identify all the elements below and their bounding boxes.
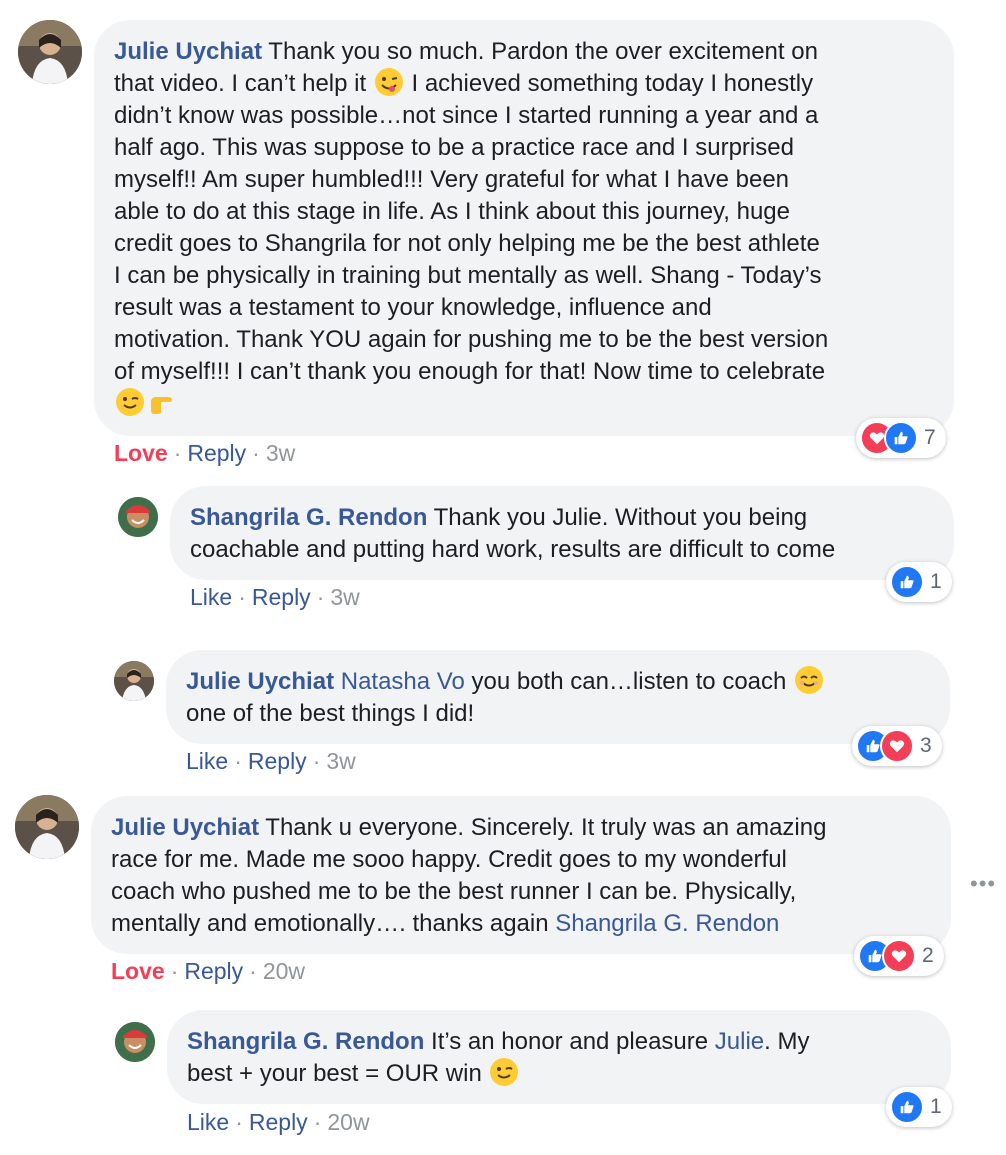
reaction-summary[interactable]: 1	[886, 562, 952, 602]
comment-actions: Like · Reply · 20w	[187, 1109, 370, 1135]
mention-link[interactable]: Shangrila G. Rendon	[555, 910, 779, 937]
reaction-count: 3	[920, 734, 932, 757]
pointing-hand-icon	[148, 388, 176, 416]
comment-text: It’s an honor and pleasure	[424, 1028, 715, 1055]
timestamp[interactable]: 20w	[327, 1109, 369, 1135]
comment-bubble: Julie Uychiat Thank u everyone. Sincerel…	[91, 796, 951, 954]
comment-author[interactable]: Julie Uychiat	[186, 668, 334, 695]
mention-link[interactable]: Julie	[715, 1028, 764, 1055]
reaction-summary[interactable]: 3	[852, 726, 942, 766]
comment-actions: Like · Reply · 3w	[190, 584, 360, 610]
reaction-count: 2	[922, 944, 934, 967]
reply-link[interactable]: Reply	[248, 748, 307, 774]
winking-tongue-emoji-icon	[374, 68, 403, 96]
comment-bubble: Shangrila G. Rendon It’s an honor and pl…	[167, 1010, 951, 1104]
smiling-face-icon	[795, 666, 824, 694]
like-icon	[890, 565, 924, 599]
winking-face-icon	[116, 388, 144, 416]
timestamp[interactable]: 3w	[266, 440, 295, 466]
reaction-summary[interactable]: 7	[856, 418, 946, 458]
comment-actions: Like · Reply · 3w	[186, 748, 356, 774]
love-reaction-link[interactable]: Love	[111, 958, 165, 984]
reaction-count: 7	[924, 426, 936, 449]
comment-bubble: Julie Uychiat Thank you so much. Pardon …	[94, 20, 954, 436]
comment-bubble: Julie Uychiat Natasha Vo you both can…li…	[166, 650, 950, 744]
reaction-summary[interactable]: 2	[854, 936, 944, 976]
love-icon	[880, 729, 914, 763]
like-link[interactable]: Like	[186, 748, 228, 774]
comment-text: one of the best things I did!	[186, 700, 475, 727]
reply-link[interactable]: Reply	[184, 958, 243, 984]
avatar[interactable]	[18, 20, 82, 84]
winking-face-icon	[490, 1058, 519, 1086]
timestamp[interactable]: 3w	[326, 748, 355, 774]
reply-link[interactable]: Reply	[252, 584, 311, 610]
reaction-count: 1	[930, 570, 942, 593]
more-options-icon[interactable]: •••	[970, 871, 996, 897]
mention-link[interactable]: Natasha Vo	[341, 668, 465, 695]
reaction-count: 1	[930, 1095, 942, 1118]
comment-text: I achieved something today I honestly di…	[114, 70, 829, 385]
avatar[interactable]	[118, 497, 158, 537]
like-icon	[884, 421, 918, 455]
like-icon	[890, 1090, 924, 1124]
comment-text: you both can…listen to coach	[464, 668, 794, 695]
comment-actions: Love · Reply · 3w	[114, 440, 296, 466]
reply-link[interactable]: Reply	[187, 440, 246, 466]
avatar[interactable]	[114, 661, 154, 701]
comment-author[interactable]: Julie Uychiat	[111, 814, 259, 841]
comment-bubble: Shangrila G. Rendon Thank you Julie. Wit…	[170, 486, 954, 580]
reaction-summary[interactable]: 1	[886, 1087, 952, 1127]
love-reaction-link[interactable]: Love	[114, 440, 168, 466]
comment-author[interactable]: Julie Uychiat	[114, 38, 262, 65]
like-link[interactable]: Like	[187, 1109, 229, 1135]
love-icon	[882, 939, 916, 973]
reply-link[interactable]: Reply	[249, 1109, 308, 1135]
avatar[interactable]	[15, 795, 79, 859]
comment-actions: Love · Reply · 20w	[111, 958, 306, 984]
comment-author[interactable]: Shangrila G. Rendon	[187, 1028, 424, 1055]
avatar[interactable]	[115, 1022, 155, 1062]
timestamp[interactable]: 3w	[330, 584, 359, 610]
comment-author[interactable]: Shangrila G. Rendon	[190, 504, 427, 531]
like-link[interactable]: Like	[190, 584, 232, 610]
timestamp[interactable]: 20w	[263, 958, 305, 984]
